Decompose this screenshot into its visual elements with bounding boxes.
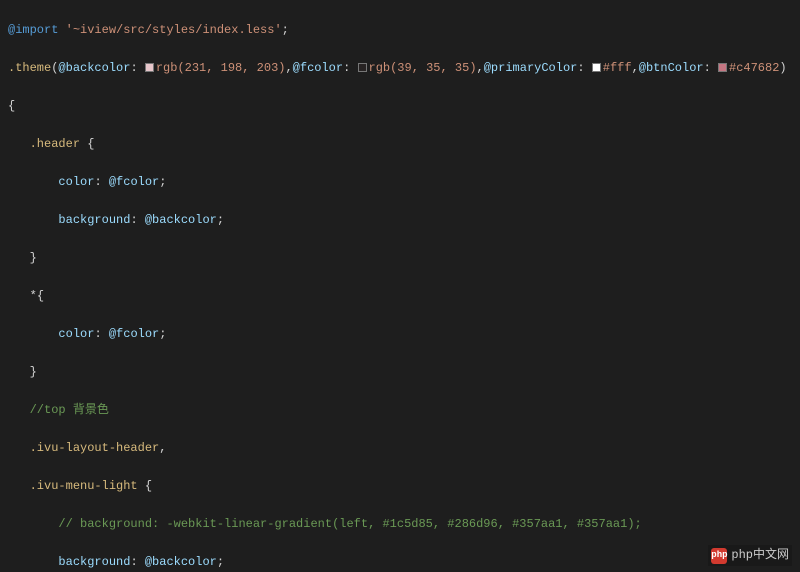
code-line: background: @backcolor;: [8, 211, 792, 230]
at-keyword: @import: [8, 23, 58, 37]
less-variable: @backcolor: [58, 61, 130, 75]
code-line: .header {: [8, 135, 792, 154]
less-variable: @fcolor: [109, 175, 159, 189]
color-swatch-icon: [358, 63, 367, 72]
code-line: *{: [8, 287, 792, 306]
watermark-text: php中文网: [731, 546, 789, 565]
code-line: // background: -webkit-linear-gradient(l…: [8, 515, 792, 534]
selector: .theme: [8, 61, 51, 75]
code-line: @import '~iview/src/styles/index.less';: [8, 21, 792, 40]
code-editor[interactable]: @import '~iview/src/styles/index.less'; …: [0, 0, 800, 572]
color-swatch-icon: [718, 63, 727, 72]
selector: *: [30, 289, 37, 303]
property: color: [58, 175, 94, 189]
comment: // background: -webkit-linear-gradient(l…: [58, 517, 641, 531]
string-literal: '~iview/src/styles/index.less': [66, 23, 282, 37]
code-line: .ivu-layout-header,: [8, 439, 792, 458]
property: background: [58, 213, 130, 227]
code-line: .ivu-menu-light {: [8, 477, 792, 496]
selector: .header: [30, 137, 88, 151]
watermark: php php中文网: [708, 545, 792, 566]
code-line: {: [8, 97, 792, 116]
color-swatch-icon: [145, 63, 154, 72]
code-line: }: [8, 363, 792, 382]
code-line: .theme(@backcolor: rgb(231, 198, 203),@f…: [8, 59, 792, 78]
color-swatch-icon: [592, 63, 601, 72]
code-line: color: @fcolor;: [8, 173, 792, 192]
comment: //top 背景色: [30, 403, 109, 417]
code-line: background: @backcolor;: [8, 553, 792, 572]
code-line: color: @fcolor;: [8, 325, 792, 344]
php-logo-icon: php: [711, 548, 727, 564]
code-line: }: [8, 249, 792, 268]
code-line: //top 背景色: [8, 401, 792, 420]
